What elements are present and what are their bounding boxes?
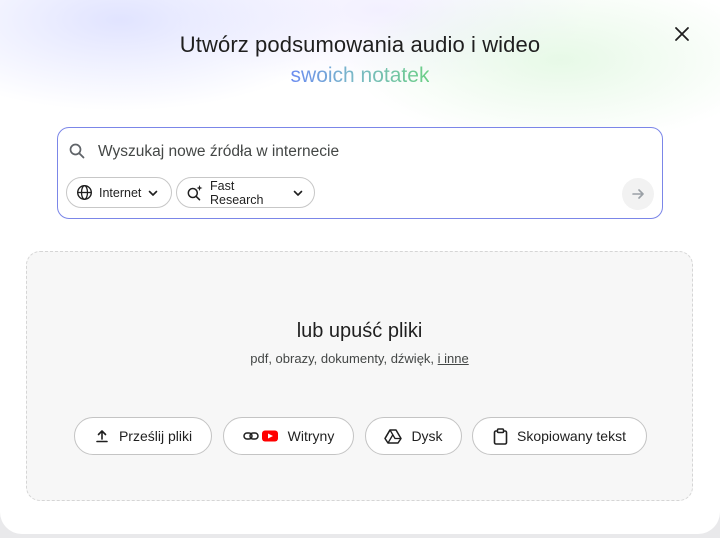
arrow-right-icon [630, 186, 646, 202]
upload-icon [94, 428, 110, 444]
chevron-down-icon [292, 187, 304, 199]
dialog-subtitle: swoich notatek [0, 64, 720, 88]
drive-label: Dysk [411, 428, 443, 444]
sparkle-search-icon [186, 184, 204, 201]
research-mode-dropdown[interactable]: Fast Research [176, 177, 315, 208]
upload-files-label: Prześlij pliki [118, 428, 193, 444]
drive-button[interactable]: Dysk [365, 417, 462, 455]
websites-label: Witryny [287, 428, 335, 444]
websites-button[interactable]: Witryny [223, 417, 354, 455]
file-drop-zone[interactable]: lub upuść pliki pdf, obrazy, dokumenty, … [26, 251, 693, 501]
supported-file-types: pdf, obrazy, dokumenty, dźwięk, i inne [27, 351, 692, 366]
source-dropdown-label: Internet [99, 185, 142, 200]
chevron-down-icon [147, 187, 159, 199]
search-icon [68, 142, 86, 160]
web-search-box: Internet Fast Research [57, 127, 663, 219]
add-sources-dialog: Utwórz podsumowania audio i wideo swoich… [0, 0, 720, 534]
search-input[interactable] [98, 140, 618, 164]
upload-files-button[interactable]: Prześlij pliki [74, 417, 212, 455]
link-youtube-icon [242, 429, 279, 443]
dialog-subtitle-text: swoich notatek [290, 64, 430, 87]
copied-text-label: Skopiowany tekst [517, 428, 626, 444]
drive-icon [384, 428, 403, 444]
more-file-types-link[interactable]: i inne [438, 351, 469, 366]
file-types-text: pdf, obrazy, dokumenty, dźwięk, [250, 351, 438, 366]
globe-icon [76, 184, 93, 201]
research-mode-label: Fast Research [210, 178, 264, 207]
dialog-title: Utwórz podsumowania audio i wideo [179, 32, 541, 57]
source-dropdown-internet[interactable]: Internet [66, 177, 172, 208]
clipboard-icon [493, 427, 508, 445]
drop-zone-title: lub upuść pliki [296, 320, 423, 342]
submit-search-button[interactable] [622, 178, 654, 210]
copied-text-button[interactable]: Skopiowany tekst [472, 417, 647, 455]
